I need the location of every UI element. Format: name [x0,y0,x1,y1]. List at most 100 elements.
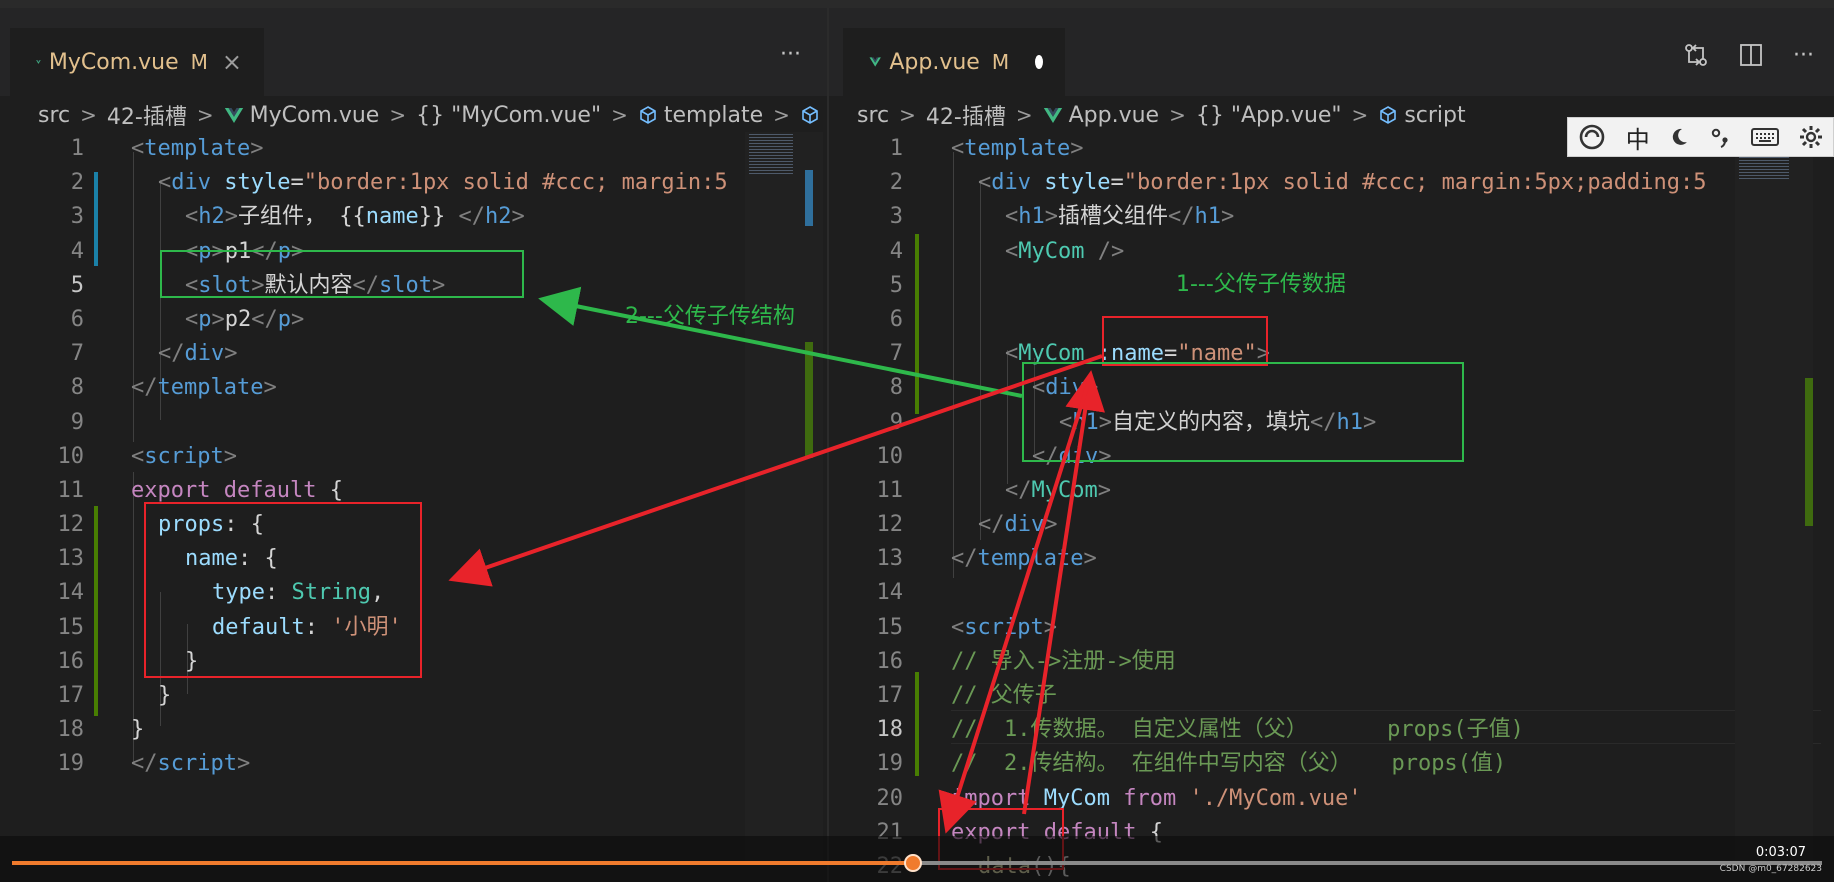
right-code-editor[interactable]: 1 <template> 2 <div style="border:1px soli… [829,132,1834,882]
video-player-bar: 0:03:07 CSDN @m0_67282623 [0,836,1834,882]
breadcrumb-file[interactable]: App.vue [1043,103,1159,128]
minimap-change-marker [805,170,813,226]
chevron-right-icon: > [80,103,97,127]
left-code-editor[interactable]: 1 <template> 2 <div style="border:1px soli… [0,132,827,782]
pass-structure-annotation: 2---父传子传结构 [625,304,795,329]
cube-icon [640,106,656,124]
code-line: 10 </div> [876,443,1112,469]
chevron-right-icon: > [1015,103,1033,127]
left-minimap[interactable] [745,132,823,862]
tab-label: App.vue [889,49,980,75]
breadcrumb-template[interactable]: template [638,103,763,128]
split-editor-icon[interactable] [1739,43,1763,67]
video-progress-track[interactable] [12,854,1822,872]
code-line: 9 [70,409,84,435]
code-line: 17} [57,683,172,708]
minimap-change-marker [805,342,813,458]
ime-logo-icon[interactable] [1577,122,1607,152]
chevron-right-icon: > [1169,103,1186,127]
chevron-right-icon: > [611,103,628,127]
code-line: 17// 父传子 [876,683,1057,708]
chevron-right-icon: > [773,103,790,127]
code-line: 12 </div> [876,512,1058,538]
unsaved-dot-icon[interactable] [1035,55,1043,69]
left-editor-group: MyCom.vue M × ··· src > 42-插槽 > MyCom.vu… [0,8,827,882]
code-line-active: 18// 1.传数据。 自定义属性（父） props(子值) [876,717,1524,743]
seek-handle[interactable] [904,854,923,872]
code-line: 15 <script> [876,614,1057,640]
code-line: 20 import MyCom from './MyCom.vue' [876,785,1362,811]
tab-label: MyCom.vue [48,49,179,75]
code-line: 10 <script> [57,443,237,469]
code-line: 3 <h1>插槽父组件</h1> [889,204,1235,230]
code-line: 14 [876,580,904,606]
breadcrumb-folder[interactable]: 42-插槽 [107,99,187,131]
modified-badge: M [991,50,1010,74]
code-line: 12 props: { [57,512,264,538]
breadcrumb-file-label: App.vue [1068,102,1160,128]
settings-gear-icon[interactable] [1798,124,1824,150]
breadcrumb-module[interactable]: {} "MyCom.vue" [416,103,601,128]
tab-app-vue[interactable]: App.vue M [843,28,1065,96]
code-line: 19// 2.传结构。 在组件中写内容（父） props(值) [876,751,1507,777]
close-tab-icon[interactable]: × [222,48,242,76]
breadcrumb-folder[interactable]: 42-插槽 [926,99,1006,131]
code-line: 4 <MyCom /> [889,238,1125,264]
right-tab-bar: App.vue M ··· [829,8,1834,96]
breadcrumb-module[interactable]: {} "App.vue" [1196,103,1342,128]
breadcrumb-div[interactable]: div [800,103,827,128]
code-line: 8 <div> [889,375,1099,401]
more-actions-icon[interactable]: ··· [1793,43,1814,68]
breadcrumb-script-label: script [1404,102,1466,128]
playback-time: 0:03:07 [1755,845,1806,860]
pass-data-annotation: 1---父传子传数据 [1176,272,1346,297]
chevron-right-icon: > [1351,103,1369,127]
breadcrumb-src[interactable]: src [857,103,889,128]
chinese-mode-icon[interactable]: 中 [1626,120,1650,155]
code-line: 9 <h1>自定义的内容，填坑</h1> [889,409,1377,435]
ime-toolbar[interactable]: 中 [1567,117,1834,157]
breadcrumb-file-label: MyCom.vue [249,102,380,128]
code-line: 16} [57,648,199,674]
vue-icon [869,57,881,67]
minimap-change-marker [1805,462,1813,526]
minimap-change-marker [1805,378,1813,466]
chevron-right-icon: > [389,103,407,127]
code-line: 1 <template> [70,136,264,161]
vue-icon [1043,107,1062,123]
left-tab-bar: MyCom.vue M × ··· [0,8,827,96]
breadcrumb-template-label: template [663,102,764,128]
compare-changes-icon[interactable] [1683,42,1709,68]
cube-icon [802,106,818,124]
code-line: 19 </script> [57,751,251,777]
punctuation-icon[interactable] [1709,126,1733,148]
right-minimap[interactable] [1735,132,1813,862]
breadcrumb-file[interactable]: MyCom.vue [224,102,380,128]
code-line: 3 <h2>子组件， {{name}} </h2> [70,204,525,230]
code-line: 14 type: String, [57,580,385,606]
cube-icon [1380,106,1397,124]
breadcrumb: src > 42-插槽 > MyCom.vue > {} "MyCom.vue"… [0,96,827,134]
tab-mycom-vue[interactable]: MyCom.vue M × [10,28,264,96]
keyboard-icon[interactable] [1751,127,1780,147]
video-progress-fill [12,861,914,865]
window-title-strip [0,0,1834,8]
code-line: 8 </template> [70,375,277,401]
moon-icon[interactable] [1668,126,1690,148]
more-actions-icon[interactable]: ··· [780,42,801,67]
vue-icon [36,60,41,64]
code-line: 2 <div style="border:1px solid #ccc; marg… [70,170,728,196]
code-line: 7 </div> [70,341,238,367]
code-line: 7 <MyCom :name="name"> [889,341,1270,367]
code-line: 13 name: { [57,546,278,572]
code-line: 18} [57,717,145,743]
code-line: 15 default: '小明' [57,614,402,640]
code-line: 6 [889,306,903,332]
chevron-right-icon: > [899,103,916,127]
breadcrumb-script[interactable]: script [1378,102,1466,128]
code-line: 16// 导入->注册->使用 [876,648,1176,674]
vue-icon [224,107,243,123]
code-line: 13 </template> [876,546,1097,572]
breadcrumb-src[interactable]: src [38,103,70,128]
modified-badge: M [190,50,208,74]
